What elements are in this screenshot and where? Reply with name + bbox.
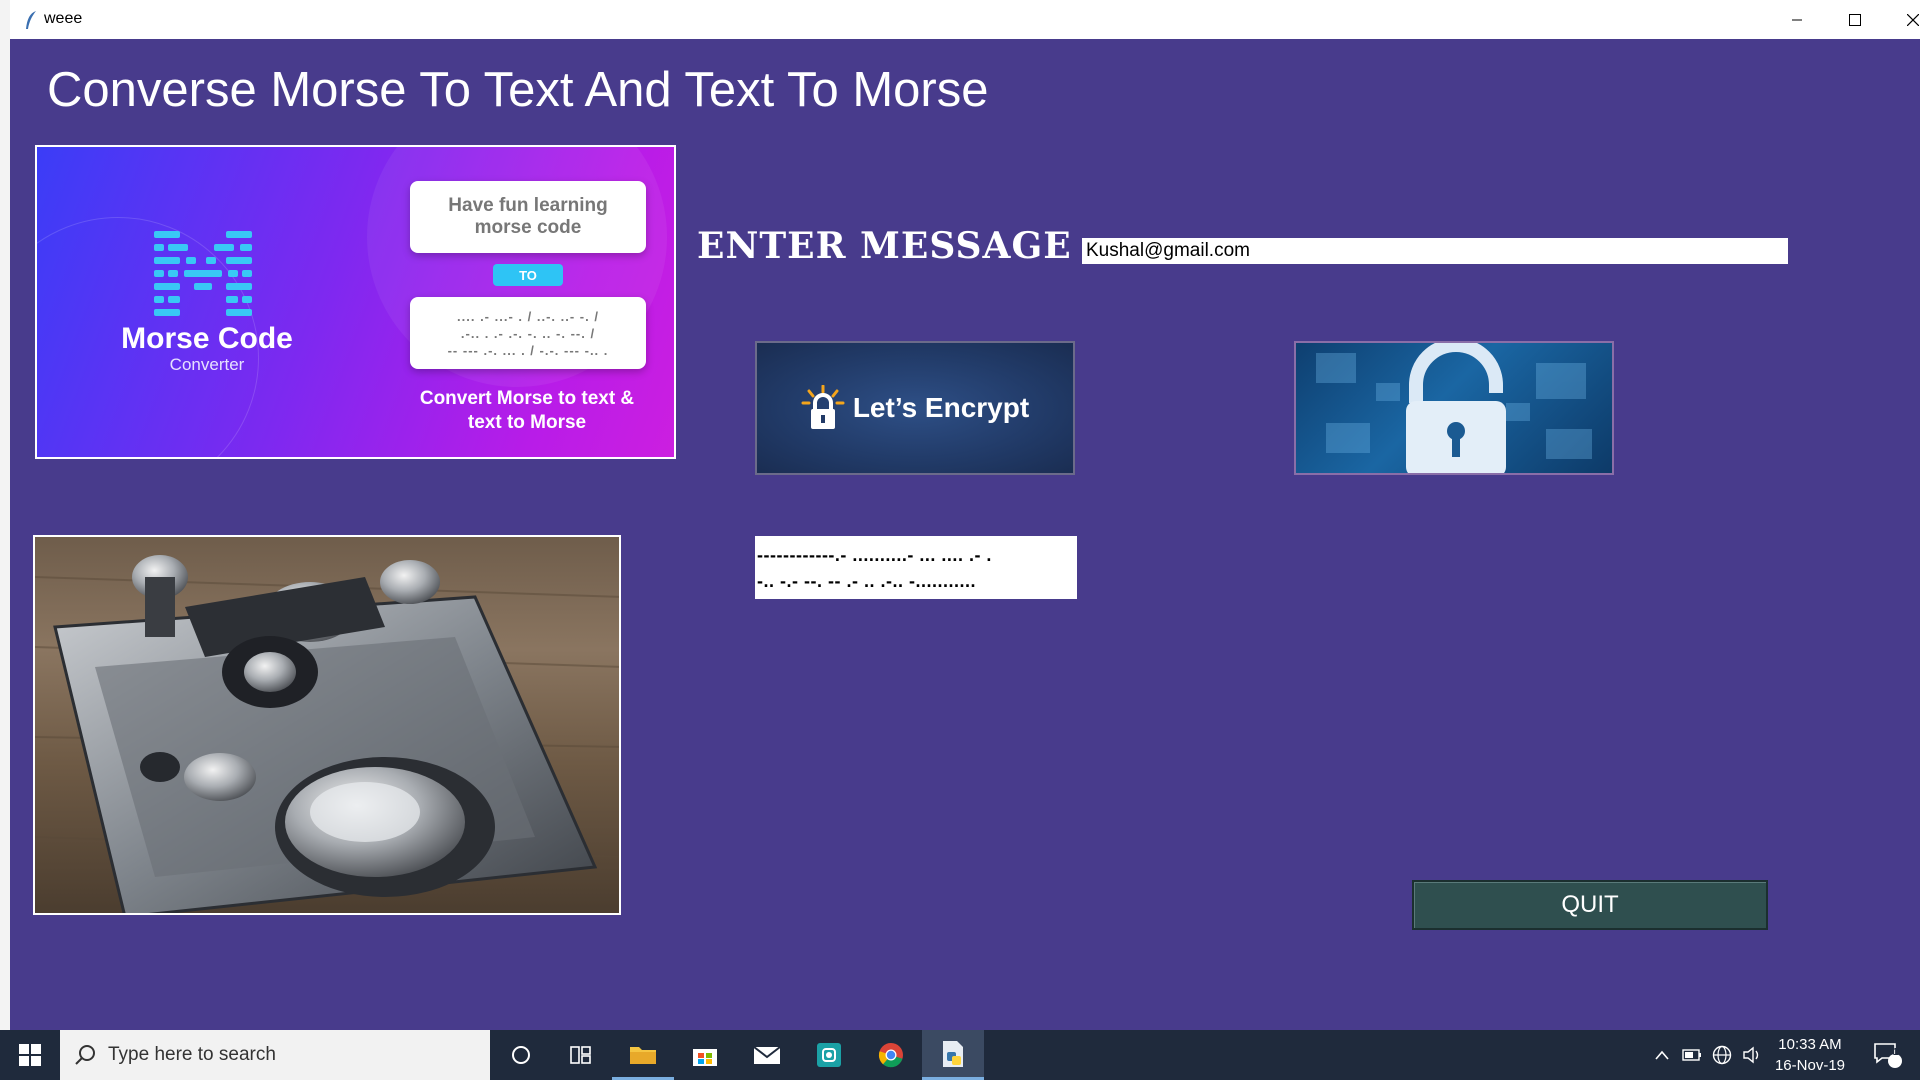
action-center-button[interactable]: 11 — [1860, 1030, 1916, 1080]
feather-icon — [26, 11, 36, 29]
encrypt-button-label: Let’s Encrypt — [852, 392, 1030, 423]
store-button[interactable] — [674, 1030, 736, 1080]
maximize-icon — [1849, 13, 1861, 26]
telegraph-key-image — [35, 555, 619, 913]
folder-icon — [630, 1046, 656, 1064]
banner-logo-title: Morse Code — [121, 322, 293, 355]
task-view-button[interactable] — [550, 1030, 612, 1080]
cortana-icon — [512, 1046, 530, 1064]
telegraph-key-photo — [33, 535, 621, 915]
battery-icon — [1682, 1049, 1701, 1061]
window-title: weee — [44, 10, 83, 27]
lock-icon — [801, 385, 845, 429]
network-button[interactable] — [1708, 1030, 1736, 1080]
taskbar: Type here to search 10:33 AM 16-Nov-19 1… — [0, 1030, 1920, 1080]
page-title: Converse Morse To Text And Text To Morse — [47, 63, 989, 117]
morse-output: ------------.- ..........- ... .... .- .… — [755, 536, 1077, 599]
app-button[interactable] — [798, 1030, 860, 1080]
file-explorer-button[interactable] — [612, 1030, 674, 1080]
clock-date: 16-Nov-19 — [1774, 1057, 1846, 1074]
show-hidden-icons-button[interactable] — [1648, 1030, 1676, 1080]
minimize-button[interactable] — [1768, 0, 1826, 39]
store-icon — [693, 1049, 717, 1066]
message-input[interactable] — [1082, 238, 1788, 264]
banner-to-pill: TO — [493, 264, 563, 286]
search-placeholder: Type here to search — [108, 1044, 276, 1065]
mail-button[interactable] — [736, 1030, 798, 1080]
chrome-button[interactable] — [860, 1030, 922, 1080]
search-icon — [75, 1045, 95, 1065]
enter-message-label: ENTER MESSAGE = — [697, 225, 1117, 267]
battery-button[interactable] — [1678, 1030, 1706, 1080]
clock-time: 10:33 AM — [1778, 1036, 1842, 1053]
task-view-icon — [570, 1046, 591, 1064]
notification-count: 11 — [1892, 1047, 1904, 1058]
banner-caption: Convert Morse to text & text to Morse — [419, 388, 635, 433]
volume-button[interactable] — [1738, 1030, 1766, 1080]
banner-card-morse: .... .- ...- . / ..-. ..- -. / .-.. . .-… — [410, 297, 646, 369]
system-clock[interactable]: 10:33 AM 16-Nov-19 — [1765, 1034, 1855, 1076]
chrome-icon — [878, 1043, 903, 1068]
speaker-icon — [1743, 1046, 1759, 1064]
morse-converter-banner: Morse Code Converter Have fun learning m… — [35, 145, 676, 459]
chevron-up-icon — [1655, 1050, 1669, 1060]
morse-logo-icon — [154, 231, 252, 316]
maximize-button[interactable] — [1826, 0, 1884, 39]
close-button[interactable] — [1884, 0, 1920, 39]
banner-logo-subtitle: Converter — [169, 355, 245, 374]
cortana-button[interactable] — [490, 1030, 552, 1080]
banner-card-text: Have fun learning morse code — [410, 181, 646, 253]
mail-icon — [753, 1046, 781, 1064]
app-icon — [817, 1043, 841, 1067]
start-button[interactable] — [0, 1030, 60, 1080]
python-file-icon — [943, 1040, 963, 1067]
taskbar-search[interactable]: Type here to search — [60, 1030, 490, 1080]
window-title-bar[interactable]: weee — [10, 0, 1920, 40]
encrypt-button[interactable]: Let’s Encrypt — [755, 341, 1075, 475]
padlock-image — [1294, 341, 1614, 475]
python-app-button[interactable] — [922, 1030, 984, 1080]
quit-button[interactable]: QUIT — [1412, 880, 1768, 930]
windows-icon — [19, 1044, 41, 1066]
globe-icon — [1712, 1045, 1732, 1065]
minimize-icon — [1792, 19, 1802, 20]
close-icon — [1907, 13, 1919, 26]
padlock-icon — [1316, 343, 1592, 473]
